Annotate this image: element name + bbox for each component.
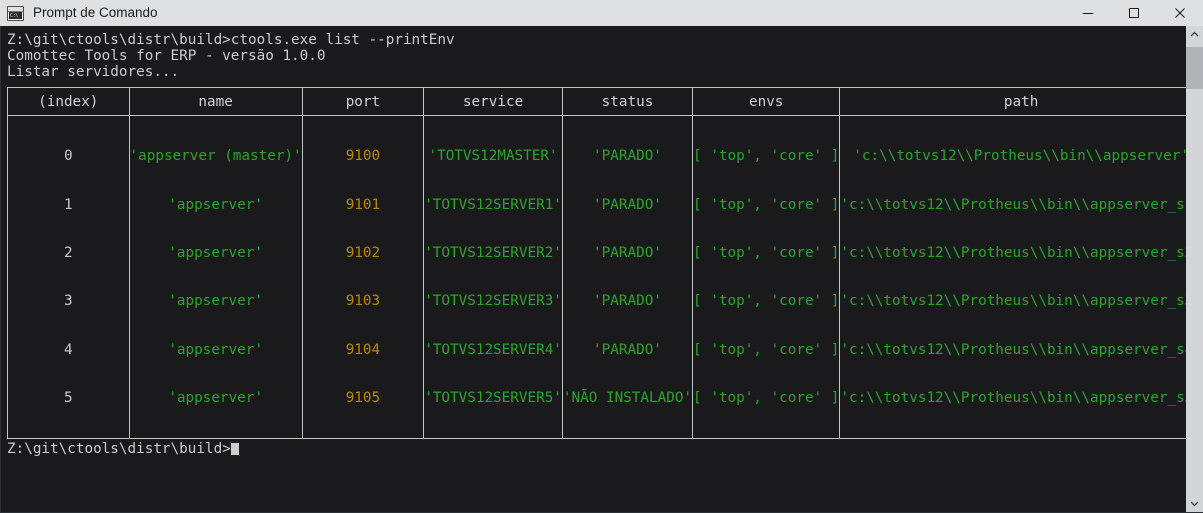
column-port: 9100 9101 9102 9103 9104 9105 — [301, 115, 425, 440]
final-prompt-line: Z:\git\ctools\distr\build> — [7, 441, 1186, 457]
cell-path: 'c:\\totvs12\\Protheus\\bin\\appserver_s… — [840, 389, 1186, 406]
cell-service: 'TOTVS12SERVER2' — [424, 245, 562, 262]
cell-envs: [ 'top', 'core' ] — [693, 245, 840, 262]
cell-port: 9102 — [345, 245, 381, 262]
console-area: Z:\git\ctools\distr\build>ctools.exe lis… — [0, 26, 1203, 513]
cell-name: 'appserver' — [168, 293, 263, 310]
column-service: 'TOTVS12MASTER' 'TOTVS12SERVER1' 'TOTVS1… — [423, 115, 563, 440]
cell-index: 5 — [63, 389, 73, 406]
cell-path: 'c:\\totvs12\\Protheus\\bin\\appserver_s… — [840, 341, 1186, 358]
cell-name: 'appserver' — [168, 196, 263, 213]
minimize-button[interactable] — [1065, 0, 1111, 26]
column-status: 'PARADO' 'PARADO' 'PARADO' 'PARADO' 'PAR… — [561, 115, 694, 440]
version-line: Comottec Tools for ERP - versão 1.0.0 — [7, 48, 326, 65]
table-header-row: (index) name port service status envs pa… — [7, 87, 1186, 117]
header-service: service — [423, 87, 563, 117]
header-status: status — [561, 87, 694, 117]
close-icon — [1175, 8, 1185, 18]
cell-port: 9103 — [345, 293, 381, 310]
chevron-up-icon — [1190, 31, 1199, 37]
cell-status: 'PARADO' — [593, 148, 662, 165]
cell-path: 'c:\\totvs12\\Protheus\\bin\\appserver_s… — [840, 245, 1186, 262]
cell-index: 4 — [63, 341, 73, 358]
cell-name: 'appserver' — [168, 389, 263, 406]
close-button[interactable] — [1157, 0, 1203, 26]
scroll-track[interactable] — [1186, 43, 1203, 495]
cell-path: 'c:\\totvs12\\Protheus\\bin\\appserver' — [853, 148, 1186, 165]
cell-name: 'appserver (master)' — [129, 148, 302, 165]
cell-port: 9101 — [345, 196, 381, 213]
vertical-scrollbar[interactable] — [1186, 26, 1203, 512]
table-body-row: 0 1 2 3 4 5 'appserver (master)' 'appser… — [7, 115, 1186, 440]
column-name: 'appserver (master)' 'appserver' 'appser… — [128, 115, 303, 440]
cell-envs: [ 'top', 'core' ] — [693, 293, 840, 310]
header-envs: envs — [692, 87, 841, 117]
cell-port: 9100 — [345, 148, 381, 165]
cell-envs: [ 'top', 'core' ] — [693, 389, 840, 406]
cell-index: 3 — [63, 293, 73, 310]
scroll-thumb[interactable] — [1186, 47, 1203, 89]
window-title: Prompt de Comando — [33, 5, 158, 20]
cell-status: 'PARADO' — [593, 196, 662, 213]
scroll-down-arrow[interactable] — [1186, 495, 1203, 512]
command-line: Z:\git\ctools\distr\build>ctools.exe lis… — [7, 32, 455, 48]
header-name: name — [128, 87, 303, 117]
cell-status: 'PARADO' — [593, 293, 662, 310]
cell-service: 'TOTVS12MASTER' — [428, 148, 558, 165]
cell-status: 'PARADO' — [593, 341, 662, 358]
header-port: port — [301, 87, 425, 117]
title-bar[interactable]: C:\ Prompt de Comando — [0, 0, 1203, 26]
text-cursor — [230, 443, 240, 456]
column-envs: [ 'top', 'core' ] [ 'top', 'core' ] [ 't… — [692, 115, 841, 440]
cell-status: 'PARADO' — [593, 245, 662, 262]
cell-envs: [ 'top', 'core' ] — [693, 196, 840, 213]
column-path: 'c:\\totvs12\\Protheus\\bin\\appserver' … — [839, 115, 1186, 440]
cell-name: 'appserver' — [168, 341, 263, 358]
final-prompt-text: Z:\git\ctools\distr\build> — [7, 441, 231, 458]
cell-port: 9104 — [345, 341, 381, 358]
chevron-down-icon — [1190, 501, 1199, 507]
cell-envs: [ 'top', 'core' ] — [693, 341, 840, 358]
cell-path: 'c:\\totvs12\\Protheus\\bin\\appserver_s… — [840, 196, 1186, 213]
console-icon-screen: C:\ — [9, 11, 22, 19]
command-prompt-window: C:\ Prompt de Comando Z:\git\ctools\dist… — [0, 0, 1203, 513]
cell-name: 'appserver' — [168, 245, 263, 262]
cell-index: 2 — [63, 245, 73, 262]
cell-service: 'TOTVS12SERVER4' — [424, 341, 562, 358]
console-icon: C:\ — [7, 5, 24, 21]
cell-port: 9105 — [345, 389, 381, 406]
window-controls — [1065, 0, 1203, 26]
action-line: Listar servidores... — [7, 64, 180, 81]
cell-index: 0 — [63, 148, 73, 165]
column-index: 0 1 2 3 4 5 — [7, 115, 130, 440]
cell-envs: [ 'top', 'core' ] — [693, 148, 840, 165]
scroll-up-arrow[interactable] — [1186, 26, 1203, 43]
cell-path: 'c:\\totvs12\\Protheus\\bin\\appserver_s… — [840, 293, 1186, 310]
cell-status: 'NÃO INSTALADO' — [562, 389, 693, 406]
cell-service: 'TOTVS12SERVER3' — [424, 293, 562, 310]
maximize-button[interactable] — [1111, 0, 1157, 26]
cell-service: 'TOTVS12SERVER5' — [424, 389, 562, 406]
cell-service: 'TOTVS12SERVER1' — [424, 196, 562, 213]
maximize-icon — [1129, 8, 1139, 18]
header-path: path — [839, 87, 1186, 117]
cell-index: 1 — [63, 196, 73, 213]
minimize-icon — [1083, 13, 1093, 14]
header-index: (index) — [7, 87, 130, 117]
servers-table: (index) name port service status envs pa… — [7, 87, 1186, 440]
console-output[interactable]: Z:\git\ctools\distr\build>ctools.exe lis… — [1, 26, 1186, 512]
